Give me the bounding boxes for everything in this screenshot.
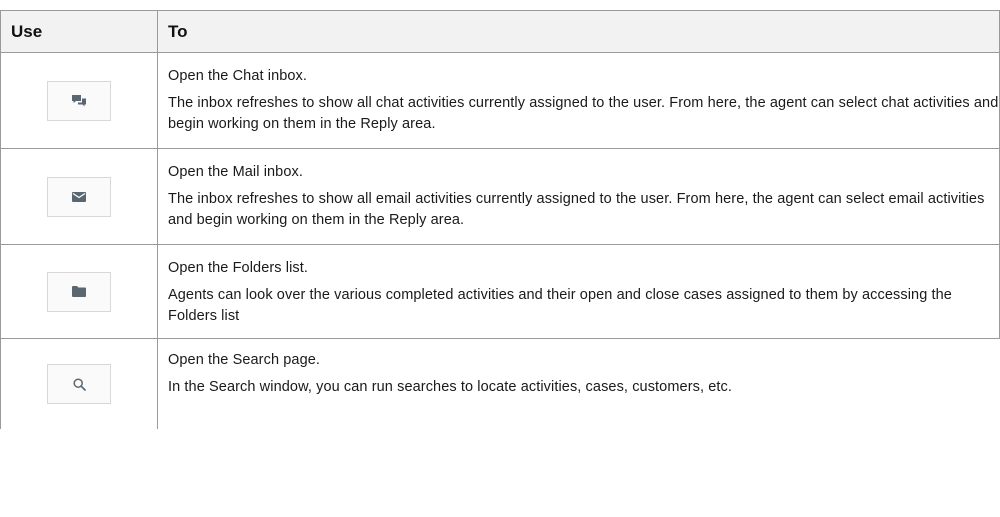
mail-icon [72, 191, 86, 202]
table-row: Open the Chat inbox. The inbox refreshes… [0, 53, 1000, 149]
to-cell: Open the Chat inbox. The inbox refreshes… [157, 53, 1000, 148]
to-cell: Open the Search page. In the Search wind… [157, 339, 1000, 429]
folders-button[interactable] [47, 271, 111, 312]
to-cell: Open the Mail inbox. The inbox refreshes… [157, 149, 1000, 244]
table-row: Open the Folders list. Agents can look o… [0, 245, 1000, 339]
chat-button[interactable] [47, 80, 111, 121]
table-header-row: Use To [0, 11, 1000, 53]
row-title: Open the Search page. [168, 352, 321, 368]
use-cell [0, 245, 157, 338]
row-description: Agents can look over the various complet… [168, 287, 952, 324]
row-description: The inbox refreshes to show all email ac… [168, 191, 985, 228]
use-cell [0, 149, 157, 244]
header-cell-use: Use [0, 11, 157, 52]
row-title: Open the Folders list. [168, 260, 309, 276]
table-row: Open the Mail inbox. The inbox refreshes… [0, 149, 1000, 245]
folder-icon [72, 286, 86, 297]
table-row: Open the Search page. In the Search wind… [0, 339, 1000, 429]
row-description: The inbox refreshes to show all chat act… [168, 95, 999, 132]
mail-button[interactable] [47, 176, 111, 217]
row-description: In the Search window, you can run search… [168, 379, 732, 395]
to-cell: Open the Folders list. Agents can look o… [157, 245, 1000, 338]
header-cell-to: To [157, 11, 1000, 52]
row-title: Open the Chat inbox. [168, 68, 308, 84]
use-cell [0, 53, 157, 148]
row-title: Open the Mail inbox. [168, 164, 303, 180]
header-to-label: To [168, 21, 188, 41]
search-icon [72, 377, 86, 391]
reference-table: Use To Open the Chat inbox. The inbox re… [0, 10, 1000, 429]
search-button[interactable] [47, 364, 111, 404]
header-use-label: Use [11, 21, 43, 41]
use-cell [0, 339, 157, 429]
chat-icon [72, 94, 86, 106]
